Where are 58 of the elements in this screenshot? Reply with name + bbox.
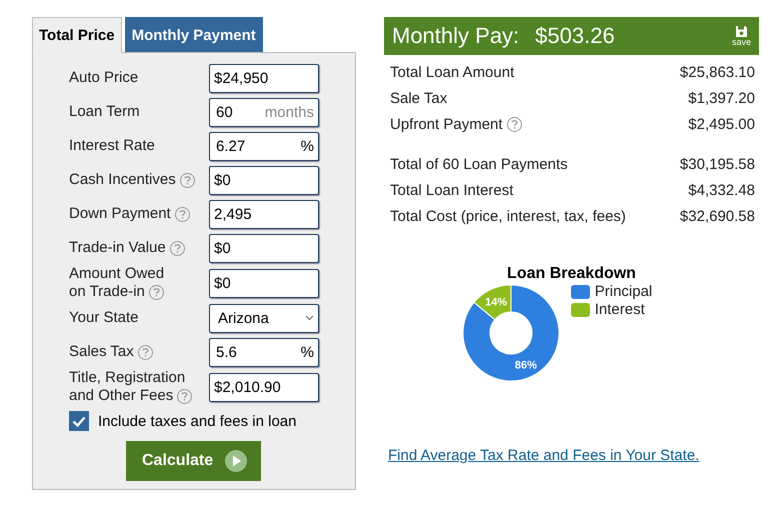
field-label: Auto Price — [69, 69, 138, 87]
input-field[interactable]: 6.27 % — [209, 132, 319, 160]
checkbox-label: Include taxes and fees in loan — [98, 412, 296, 430]
input-field[interactable]: $24,950 — [209, 64, 319, 92]
result-label: Total Cost (price, interest, tax, fees) — [390, 208, 626, 224]
calculate-button[interactable]: Calculate — [126, 441, 262, 481]
result-label: Sale Tax — [390, 90, 448, 106]
legend-label: Principal — [594, 283, 652, 301]
save-button[interactable]: save — [732, 25, 751, 47]
state-fees-link[interactable]: Find Average Tax Rate and Fees in Your State. — [388, 447, 759, 464]
field-label: Down Payment — [69, 205, 171, 223]
result-value: $2,495.00 — [688, 116, 755, 132]
checkbox[interactable] — [69, 411, 89, 431]
field-label: Cash Incentives — [69, 171, 176, 189]
help-icon[interactable] — [148, 284, 164, 300]
result-value: $4,332.48 — [688, 182, 755, 198]
field-label: on Trade-in — [69, 283, 145, 301]
result-value: $25,863.10 — [680, 64, 755, 80]
input-field[interactable]: 5.6 % — [209, 338, 319, 366]
input-field[interactable]: 60 months — [209, 98, 319, 126]
help-icon[interactable] — [180, 172, 195, 188]
slice-label: 86% — [514, 360, 537, 372]
chevron-icon — [305, 315, 314, 321]
state-dropdown[interactable]: Arizona — [209, 304, 319, 332]
input-field[interactable]: $0 — [209, 166, 319, 194]
result-value: $1,397.20 — [688, 90, 755, 106]
field-label: Your State — [69, 309, 138, 327]
result-value: $30,195.58 — [680, 156, 755, 172]
input-field[interactable]: $2,010.90 — [209, 372, 319, 402]
help-icon[interactable] — [170, 240, 185, 256]
field-label: and Other Fees — [69, 387, 174, 405]
monthly-pay-amount: $503.26 — [535, 23, 615, 49]
field-label: Amount Owed — [69, 265, 164, 283]
input-field[interactable]: 2,495 — [209, 200, 319, 228]
result-label: Total Loan Interest — [390, 182, 514, 198]
result-value: $32,690.58 — [680, 208, 755, 224]
input-field[interactable]: $0 — [209, 268, 319, 298]
result-label: Upfront Payment — [390, 116, 503, 132]
field-label: Loan Term — [69, 103, 140, 121]
checkmark-icon — [72, 416, 86, 426]
monthly-pay-label: Monthly Pay: — [392, 23, 520, 49]
field-label: Sales Tax — [69, 343, 134, 361]
help-icon[interactable] — [506, 116, 522, 132]
result-label: Total Loan Amount — [390, 64, 514, 80]
tab[interactable]: Monthly Payment — [124, 17, 263, 53]
help-icon[interactable] — [138, 344, 153, 360]
chart-title: Loan Breakdown — [507, 265, 636, 283]
field-label: Title, Registration — [69, 369, 186, 387]
slice-label: 14% — [484, 296, 507, 308]
input-field[interactable]: $0 — [209, 234, 319, 262]
field-label: Interest Rate — [69, 137, 155, 155]
field-label: Trade-in Value — [69, 239, 166, 257]
play-icon — [225, 450, 248, 472]
tab[interactable]: Total Price — [32, 17, 122, 53]
help-icon[interactable] — [177, 388, 192, 404]
result-label: Total of 60 Loan Payments — [390, 156, 568, 172]
legend-label: Interest — [594, 301, 645, 319]
help-icon[interactable] — [174, 206, 190, 222]
